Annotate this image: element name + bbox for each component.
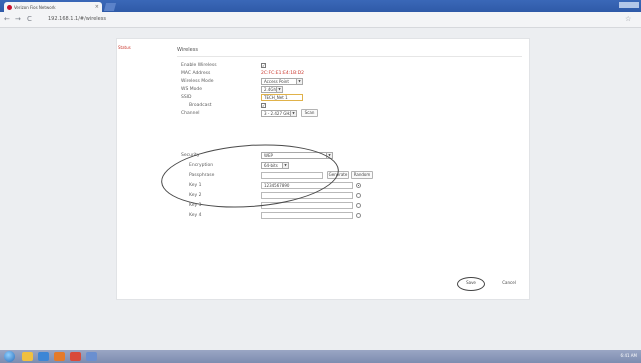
ws-mode-label: WS Mode <box>181 87 202 92</box>
ie-icon[interactable] <box>38 352 49 361</box>
channel-label: Channel <box>181 111 200 116</box>
random-button[interactable]: Random <box>351 171 373 179</box>
bookmark-star-icon[interactable]: ☆ <box>625 15 631 24</box>
new-tab-button[interactable] <box>103 3 117 11</box>
ssid-label: SSID <box>181 95 192 100</box>
save-button[interactable]: Save <box>463 280 479 288</box>
system-clock: 6:41 AM <box>620 353 637 358</box>
chevron-down-icon: ▼ <box>296 79 302 84</box>
broadcast-checkbox[interactable]: ✓ <box>261 103 266 108</box>
scan-button[interactable]: Scan <box>301 109 318 117</box>
key-4-label: Key 4 <box>189 213 202 218</box>
ws-mode-value: 2.4Gh <box>264 87 276 92</box>
media-player-icon[interactable] <box>54 352 65 361</box>
mac-address-label: MAC Address <box>181 71 211 76</box>
router-admin-page: Status Wireless Enable Wireless ✓ MAC Ad… <box>0 28 641 350</box>
section-title: Wireless <box>177 47 198 53</box>
enable-wireless-checkbox[interactable]: ✓ <box>261 63 266 68</box>
channel-value: 3 - 2.427 GHz <box>264 111 292 116</box>
os-taskbar: 6:41 AM <box>0 350 641 363</box>
broadcast-label: Broadcast <box>189 103 212 108</box>
mac-address-value: 2C:FC:E1:E4:1B:D2 <box>261 71 305 76</box>
chevron-down-icon: ▼ <box>290 111 296 116</box>
back-icon[interactable]: ← <box>4 15 10 24</box>
browser-title-bar: Verizon Fios Network × <box>0 0 641 12</box>
start-button[interactable] <box>4 351 15 362</box>
forward-icon[interactable]: → <box>15 15 21 24</box>
app-icon[interactable] <box>86 352 97 361</box>
key-4-input[interactable] <box>261 212 353 219</box>
channel-select[interactable]: 3 - 2.427 GHz ▼ <box>261 110 297 117</box>
enable-wireless-label: Enable Wireless <box>181 63 217 68</box>
wireless-settings-panel: Status Wireless Enable Wireless ✓ MAC Ad… <box>116 38 530 300</box>
browser-tab[interactable]: Verizon Fios Network × <box>4 2 102 12</box>
key-3-radio[interactable] <box>356 203 361 208</box>
favicon-icon <box>7 4 12 10</box>
key-4-radio[interactable] <box>356 213 361 218</box>
tab-title: Verizon Fios Network <box>14 4 56 10</box>
reload-icon[interactable]: C <box>27 15 32 24</box>
tab-close-icon[interactable]: × <box>95 4 99 10</box>
sidebar-item-status[interactable]: Status <box>118 45 131 50</box>
window-controls[interactable] <box>619 2 639 8</box>
folder-icon[interactable] <box>22 352 33 361</box>
ws-mode-select[interactable]: 2.4Gh ▼ <box>261 86 283 93</box>
cancel-button[interactable]: Cancel <box>499 280 519 288</box>
key-2-radio[interactable] <box>356 193 361 198</box>
address-bar: ← → C 192.168.1.1/#/wireless ☆ <box>0 12 641 28</box>
divider <box>177 56 522 57</box>
wireless-mode-value: Access Point <box>264 79 289 84</box>
wireless-mode-label: Wireless Mode <box>181 79 214 84</box>
wireless-mode-select[interactable]: Access Point ▼ <box>261 78 303 85</box>
chevron-down-icon: ▼ <box>276 87 282 92</box>
ssid-input[interactable]: TECH_Net 1 <box>261 94 303 101</box>
chrome-icon[interactable] <box>70 352 81 361</box>
key-1-radio[interactable] <box>356 183 361 188</box>
url-field[interactable]: 192.168.1.1/#/wireless <box>48 15 106 24</box>
